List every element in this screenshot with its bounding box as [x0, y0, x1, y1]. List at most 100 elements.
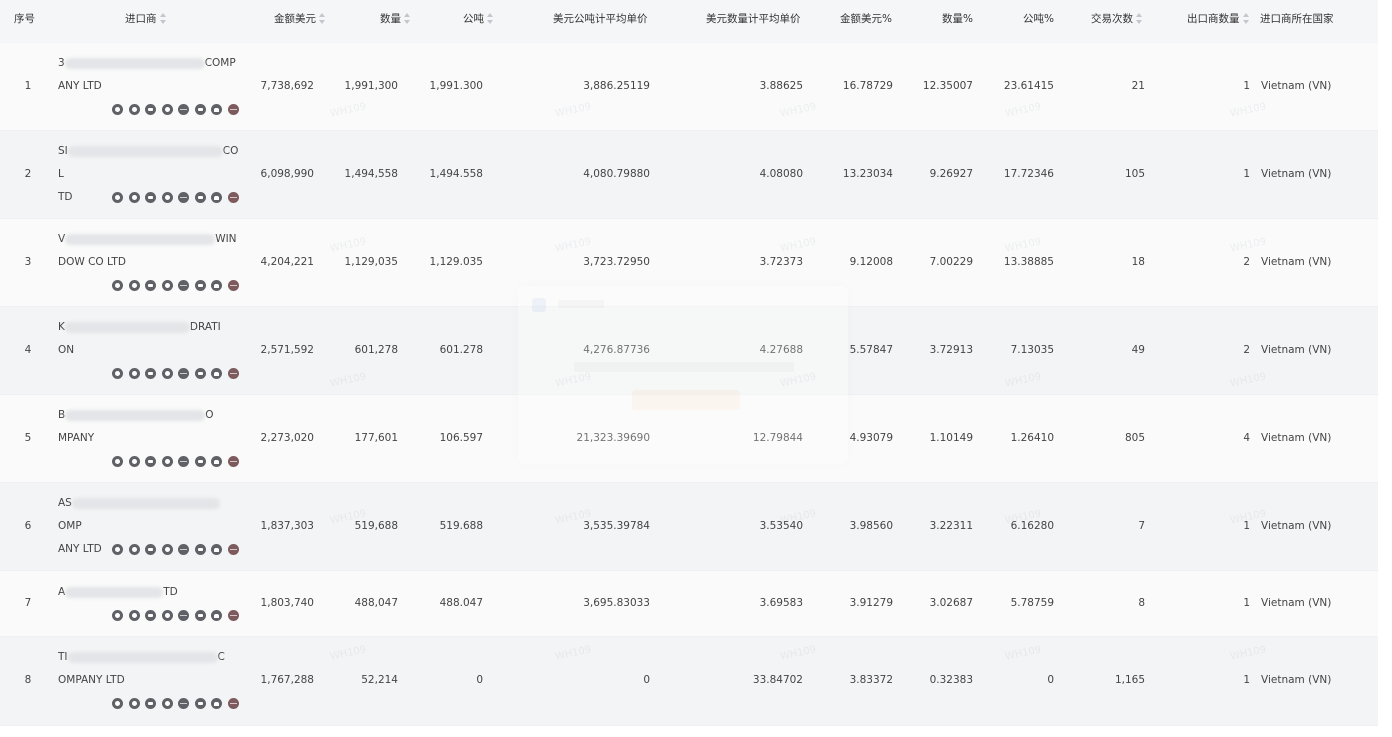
compass-icon[interactable] [128, 368, 140, 379]
people-icon[interactable] [211, 104, 222, 115]
people-icon[interactable] [211, 280, 222, 291]
cell-quantity[interactable]: 52,214 [361, 674, 398, 686]
importer-name[interactable]: V WIN DOW CO LTD [58, 228, 243, 274]
bi-icon[interactable]: BI [145, 192, 156, 203]
circle-icon[interactable] [161, 544, 173, 555]
compass-icon[interactable] [128, 610, 140, 621]
ai-icon[interactable]: AI [194, 610, 206, 621]
cell-index: 3 [24, 256, 32, 268]
world-map-icon[interactable] [227, 192, 239, 203]
circle-icon[interactable] [161, 456, 173, 467]
cell-quantity[interactable]: 488,047 [355, 597, 398, 609]
people-icon[interactable] [211, 192, 222, 203]
target-icon[interactable] [112, 544, 123, 555]
ai-icon[interactable]: AI [194, 192, 206, 203]
ai-icon[interactable]: AI [194, 456, 206, 467]
cell-country: Vietnam (VN) [1261, 80, 1332, 92]
header-amount-usd[interactable]: 金额美元 [274, 0, 326, 43]
sort-icon[interactable] [404, 12, 411, 24]
world-map-icon[interactable] [227, 698, 239, 709]
importer-name[interactable]: K DRATI ON [58, 316, 243, 362]
target-icon[interactable] [112, 368, 123, 379]
cell-index: 8 [24, 674, 32, 686]
world-map-icon[interactable] [227, 280, 239, 291]
sort-icon[interactable] [1242, 12, 1250, 24]
globe-icon[interactable] [178, 698, 189, 709]
cell-exporters: 1 [1243, 597, 1250, 609]
bi-icon[interactable]: BI [145, 368, 156, 379]
world-map-icon[interactable] [227, 104, 239, 115]
importer-name[interactable]: B O MPANY [58, 404, 243, 450]
target-icon[interactable] [112, 104, 123, 115]
ai-icon[interactable]: AI [194, 368, 206, 379]
cell-quantity[interactable]: 1,991,300 [345, 80, 398, 92]
cell-quantity[interactable]: 177,601 [355, 432, 398, 444]
sort-icon[interactable] [319, 12, 326, 24]
people-icon[interactable] [211, 698, 222, 709]
globe-icon[interactable] [178, 368, 189, 379]
world-map-icon[interactable] [227, 456, 239, 467]
target-icon[interactable] [112, 698, 123, 709]
compass-icon[interactable] [128, 544, 140, 555]
globe-icon[interactable] [178, 192, 189, 203]
bi-icon[interactable]: BI [145, 698, 156, 709]
header-metric-tons[interactable]: 公吨 [463, 0, 494, 43]
header-importer[interactable]: 进口商 [125, 0, 167, 43]
ai-icon[interactable]: AI [194, 104, 206, 115]
header-trades[interactable]: 交易次数 [1091, 0, 1143, 43]
people-icon[interactable] [211, 544, 222, 555]
importer-name[interactable]: 3 COMP ANY LTD [58, 52, 243, 98]
target-icon[interactable] [112, 192, 123, 203]
importer-name[interactable]: TI C OMPANY LTD [58, 646, 243, 692]
target-icon[interactable] [112, 280, 123, 291]
compass-icon[interactable] [128, 280, 140, 291]
cell-quantity[interactable]: 601,278 [355, 344, 398, 356]
cell-usd-per-qty: 3.53540 [759, 520, 803, 532]
sort-icon[interactable] [487, 12, 494, 24]
globe-icon[interactable] [178, 456, 189, 467]
header-quantity[interactable]: 数量 [380, 0, 411, 43]
circle-icon[interactable] [161, 698, 173, 709]
compass-icon[interactable] [128, 456, 140, 467]
bi-icon[interactable]: BI [145, 544, 156, 555]
cell-quantity[interactable]: 519,688 [355, 520, 398, 532]
circle-icon[interactable] [161, 280, 173, 291]
header-exporters[interactable]: 出口商数量 [1187, 0, 1250, 43]
people-icon[interactable] [211, 368, 222, 379]
globe-icon[interactable] [178, 610, 189, 621]
cell-qty-pct: 9.26927 [929, 168, 973, 180]
circle-icon[interactable] [161, 368, 173, 379]
cell-quantity[interactable]: 1,129,035 [345, 256, 398, 268]
ai-icon[interactable]: AI [194, 698, 206, 709]
target-icon[interactable] [112, 456, 123, 467]
globe-icon[interactable] [178, 544, 189, 555]
people-icon[interactable] [211, 610, 222, 621]
bi-icon[interactable]: BI [145, 280, 156, 291]
sort-icon[interactable] [1136, 12, 1143, 24]
compass-icon[interactable] [128, 192, 140, 203]
ai-icon[interactable]: AI [194, 280, 206, 291]
cell-country: Vietnam (VN) [1261, 168, 1332, 180]
globe-icon[interactable] [178, 104, 189, 115]
compass-icon[interactable] [128, 104, 140, 115]
circle-icon[interactable] [161, 192, 173, 203]
world-map-icon[interactable] [227, 368, 239, 379]
bi-icon-label: BI [145, 104, 156, 115]
world-map-icon[interactable] [227, 610, 239, 621]
compass-icon[interactable] [128, 698, 140, 709]
people-icon[interactable] [211, 456, 222, 467]
target-icon[interactable] [112, 610, 123, 621]
ai-icon[interactable]: AI [194, 544, 206, 555]
cell-quantity[interactable]: 1,494,558 [345, 168, 398, 180]
importer-name[interactable]: A TD [58, 581, 243, 604]
world-map-icon[interactable] [227, 544, 239, 555]
sort-icon[interactable] [159, 12, 167, 24]
bi-icon[interactable]: BI [145, 104, 156, 115]
globe-icon[interactable] [178, 280, 189, 291]
bi-icon[interactable]: BI [145, 610, 156, 621]
cell-country: Vietnam (VN) [1261, 597, 1332, 609]
circle-icon[interactable] [161, 104, 173, 115]
importer-name-line1: SI CO L [58, 140, 243, 186]
circle-icon[interactable] [161, 610, 173, 621]
bi-icon[interactable]: BI [145, 456, 156, 467]
